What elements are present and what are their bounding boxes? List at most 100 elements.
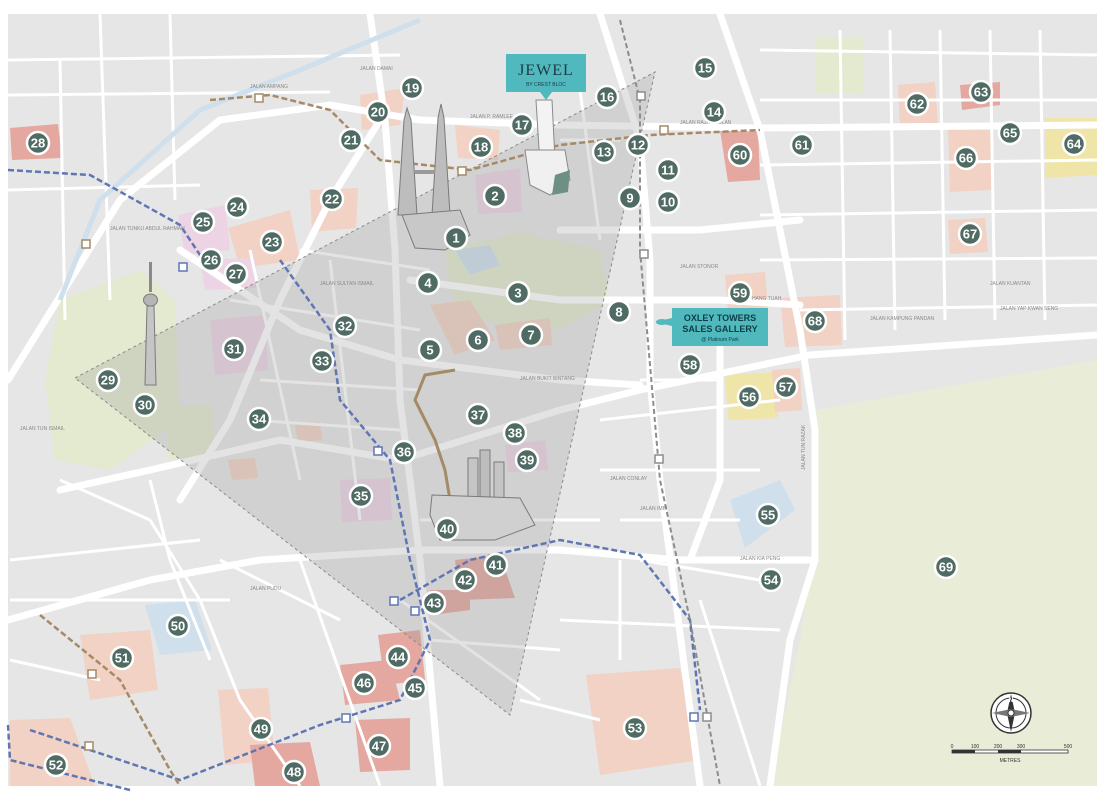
marker-19[interactable]: 19 xyxy=(399,75,425,101)
marker-14[interactable]: 14 xyxy=(701,99,727,125)
svg-text:50: 50 xyxy=(171,619,185,634)
marker-18[interactable]: 18 xyxy=(468,134,494,160)
marker-39[interactable]: 39 xyxy=(514,447,540,473)
marker-16[interactable]: 16 xyxy=(594,84,620,110)
marker-7[interactable]: 7 xyxy=(518,322,544,348)
svg-text:62: 62 xyxy=(910,97,924,112)
marker-69[interactable]: 69 xyxy=(933,554,959,580)
svg-text:33: 33 xyxy=(315,354,329,369)
marker-5[interactable]: 5 xyxy=(417,337,443,363)
marker-29[interactable]: 29 xyxy=(95,367,121,393)
marker-35[interactable]: 35 xyxy=(348,483,374,509)
marker-8[interactable]: 8 xyxy=(606,299,632,325)
marker-11[interactable]: 11 xyxy=(655,157,681,183)
svg-text:18: 18 xyxy=(474,140,488,155)
svg-text:43: 43 xyxy=(427,596,441,611)
marker-20[interactable]: 20 xyxy=(365,99,391,125)
marker-23[interactable]: 23 xyxy=(259,229,285,255)
svg-text:9: 9 xyxy=(626,191,633,206)
svg-text:52: 52 xyxy=(49,758,63,773)
marker-32[interactable]: 32 xyxy=(332,313,358,339)
marker-24[interactable]: 24 xyxy=(224,194,250,220)
marker-9[interactable]: 9 xyxy=(617,185,643,211)
marker-54[interactable]: 54 xyxy=(758,567,784,593)
marker-36[interactable]: 36 xyxy=(391,439,417,465)
svg-text:JALAN DAMAI: JALAN DAMAI xyxy=(360,66,393,72)
marker-46[interactable]: 46 xyxy=(351,670,377,696)
marker-26[interactable]: 26 xyxy=(198,247,224,273)
svg-text:22: 22 xyxy=(325,192,339,207)
svg-text:32: 32 xyxy=(338,319,352,334)
sales-gallery-line3: @ Platinum Park xyxy=(701,337,739,343)
marker-4[interactable]: 4 xyxy=(415,270,441,296)
marker-38[interactable]: 38 xyxy=(502,420,528,446)
marker-25[interactable]: 25 xyxy=(190,209,216,235)
marker-41[interactable]: 41 xyxy=(483,552,509,578)
marker-52[interactable]: 52 xyxy=(43,752,69,778)
svg-text:49: 49 xyxy=(254,722,268,737)
marker-60[interactable]: 60 xyxy=(727,142,753,168)
marker-68[interactable]: 68 xyxy=(802,308,828,334)
marker-1[interactable]: 1 xyxy=(443,225,469,251)
marker-12[interactable]: 12 xyxy=(625,132,651,158)
marker-64[interactable]: 64 xyxy=(1061,131,1087,157)
park-area-69 xyxy=(770,360,1097,786)
marker-27[interactable]: 27 xyxy=(223,261,249,287)
marker-48[interactable]: 48 xyxy=(281,759,307,785)
svg-text:0: 0 xyxy=(951,744,954,750)
compass-icon: N xyxy=(990,692,1032,734)
marker-31[interactable]: 31 xyxy=(221,336,247,362)
svg-text:66: 66 xyxy=(959,151,973,166)
marker-28[interactable]: 28 xyxy=(25,130,51,156)
marker-61[interactable]: 61 xyxy=(789,132,815,158)
marker-3[interactable]: 3 xyxy=(505,280,531,306)
svg-text:JALAN BUKIT BINTANG: JALAN BUKIT BINTANG xyxy=(520,376,575,382)
svg-text:26: 26 xyxy=(204,253,218,268)
marker-62[interactable]: 62 xyxy=(904,91,930,117)
svg-text:JALAN CONLAY: JALAN CONLAY xyxy=(610,476,648,482)
marker-49[interactable]: 49 xyxy=(248,716,274,742)
marker-59[interactable]: 59 xyxy=(727,280,753,306)
marker-55[interactable]: 55 xyxy=(755,502,781,528)
svg-text:4: 4 xyxy=(424,276,432,291)
marker-6[interactable]: 6 xyxy=(465,327,491,353)
marker-33[interactable]: 33 xyxy=(309,348,335,374)
svg-text:23: 23 xyxy=(265,235,279,250)
svg-text:63: 63 xyxy=(974,85,988,100)
marker-15[interactable]: 15 xyxy=(692,55,718,81)
marker-65[interactable]: 65 xyxy=(997,120,1023,146)
marker-63[interactable]: 63 xyxy=(968,79,994,105)
marker-34[interactable]: 34 xyxy=(246,406,272,432)
sales-gallery-line2: SALES GALLERY xyxy=(682,324,757,334)
marker-10[interactable]: 10 xyxy=(655,189,681,215)
marker-43[interactable]: 43 xyxy=(421,590,447,616)
marker-66[interactable]: 66 xyxy=(953,145,979,171)
svg-text:40: 40 xyxy=(440,522,454,537)
svg-text:JALAN KIA PENG: JALAN KIA PENG xyxy=(740,556,780,562)
marker-21[interactable]: 21 xyxy=(338,127,364,153)
marker-56[interactable]: 56 xyxy=(736,384,762,410)
svg-text:57: 57 xyxy=(779,380,793,395)
marker-57[interactable]: 57 xyxy=(773,374,799,400)
marker-50[interactable]: 50 xyxy=(165,613,191,639)
marker-67[interactable]: 67 xyxy=(957,221,983,247)
marker-40[interactable]: 40 xyxy=(434,516,460,542)
marker-42[interactable]: 42 xyxy=(452,567,478,593)
svg-text:JALAN SULTAN ISMAIL: JALAN SULTAN ISMAIL xyxy=(320,281,374,287)
marker-58[interactable]: 58 xyxy=(677,352,703,378)
marker-51[interactable]: 51 xyxy=(109,645,135,671)
marker-37[interactable]: 37 xyxy=(465,402,491,428)
svg-text:10: 10 xyxy=(661,195,675,210)
marker-17[interactable]: 17 xyxy=(509,112,535,138)
svg-text:56: 56 xyxy=(742,390,756,405)
svg-text:19: 19 xyxy=(405,81,419,96)
marker-47[interactable]: 47 xyxy=(366,733,392,759)
marker-44[interactable]: 44 xyxy=(385,644,411,670)
marker-2[interactable]: 2 xyxy=(482,183,508,209)
marker-13[interactable]: 13 xyxy=(591,139,617,165)
marker-53[interactable]: 53 xyxy=(622,715,648,741)
marker-45[interactable]: 45 xyxy=(402,675,428,701)
marker-22[interactable]: 22 xyxy=(319,186,345,212)
marker-30[interactable]: 30 xyxy=(132,392,158,418)
svg-text:JALAN YAP KWAN SENG: JALAN YAP KWAN SENG xyxy=(1000,306,1058,312)
